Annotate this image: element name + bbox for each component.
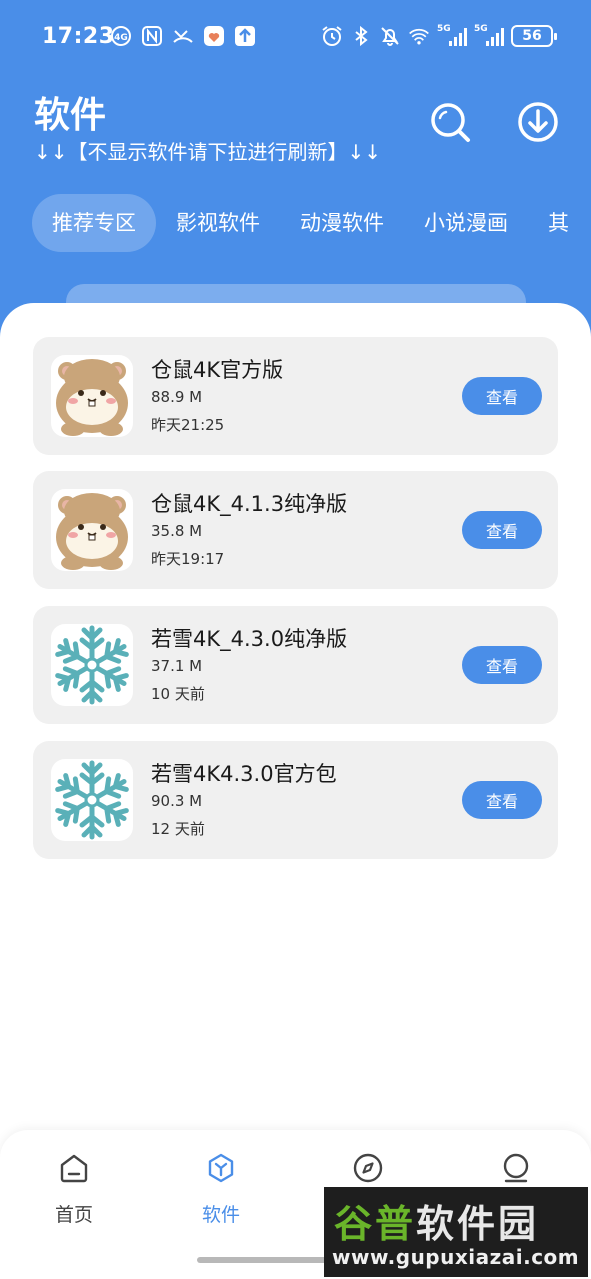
- app-size: 35.8 M: [151, 522, 203, 540]
- tab-video-apps[interactable]: 影视软件: [166, 194, 270, 252]
- app-name: 仓鼠4K官方版: [151, 358, 284, 382]
- app-size: 37.1 M: [151, 657, 203, 675]
- app-name: 若雪4K4.3.0官方包: [151, 762, 337, 786]
- app-size: 90.3 M: [151, 792, 203, 810]
- app-card[interactable]: 若雪4K4.3.0官方包 90.3 M 12 天前 查看: [33, 741, 558, 859]
- tab-recommended[interactable]: 推荐专区: [32, 194, 156, 252]
- download-button[interactable]: [516, 100, 560, 144]
- home-icon: [60, 1154, 88, 1183]
- app-notify-icon: [203, 25, 225, 47]
- signal-1-icon: 5G: [437, 25, 467, 47]
- download-icon: [518, 102, 558, 142]
- hamster-icon: [51, 489, 133, 571]
- bluetooth-icon: [350, 25, 372, 47]
- snowflake-icon: [51, 759, 133, 841]
- app-updated-time: 12 天前: [151, 820, 205, 838]
- app-card[interactable]: 若雪4K_4.3.0纯净版 37.1 M 10 天前 查看: [33, 606, 558, 724]
- tab-anime-apps[interactable]: 动漫软件: [290, 194, 394, 252]
- site-watermark: 谷普软件园 www.gupuxiazai.com: [324, 1187, 588, 1277]
- app-card[interactable]: 仓鼠4K官方版 88.9 M 昨天21:25 查看: [33, 337, 558, 455]
- upload-notify-icon: [234, 25, 256, 47]
- nav-home[interactable]: 首页: [24, 1152, 124, 1227]
- missed-call-icon: [172, 25, 194, 47]
- view-button[interactable]: 查看: [462, 781, 542, 819]
- alarm-icon: [321, 25, 343, 47]
- compass-icon: [353, 1153, 383, 1183]
- app-updated-time: 10 天前: [151, 685, 205, 703]
- app-name: 若雪4K_4.3.0纯净版: [151, 627, 348, 651]
- hd-icon: 4G: [110, 25, 132, 47]
- hamster-icon: [51, 355, 133, 437]
- app-updated-time: 昨天19:17: [151, 550, 225, 568]
- mute-bell-icon: [379, 25, 401, 47]
- snowflake-icon: [51, 624, 133, 706]
- category-tabs: 推荐专区 影视软件 动漫软件 小说漫画 其: [32, 194, 579, 252]
- nav-software-label: 软件: [201, 1204, 240, 1226]
- nav-software[interactable]: 软件: [171, 1152, 271, 1227]
- nfc-icon: [141, 25, 163, 47]
- search-button[interactable]: [428, 100, 472, 144]
- status-time: 17:23: [42, 24, 115, 49]
- watermark-brand: 谷普软件园: [334, 1202, 540, 1246]
- view-button[interactable]: 查看: [462, 511, 542, 549]
- app-updated-time: 昨天21:25: [151, 416, 225, 434]
- app-size: 88.9 M: [151, 388, 203, 406]
- watermark-url: www.gupuxiazai.com: [332, 1245, 580, 1269]
- battery-indicator: 56: [511, 25, 557, 47]
- software-icon: [208, 1153, 234, 1183]
- tab-novel-comics[interactable]: 小说漫画: [414, 194, 518, 252]
- view-button[interactable]: 查看: [462, 377, 542, 415]
- search-icon: [431, 103, 470, 142]
- svg-text:4G: 4G: [114, 33, 128, 43]
- profile-icon: [503, 1153, 529, 1183]
- view-button[interactable]: 查看: [462, 646, 542, 684]
- nav-home-label: 首页: [54, 1204, 93, 1226]
- wifi-icon: [408, 25, 430, 47]
- tab-other[interactable]: 其: [538, 194, 579, 252]
- tab-bar-viewport: 推荐专区 影视软件 动漫软件 小说漫画 其: [0, 194, 591, 252]
- refresh-hint: ↓↓【不显示软件请下拉进行刷新】↓↓: [34, 140, 382, 164]
- signal-2-icon: 5G: [474, 25, 504, 47]
- page-title: 软件: [34, 95, 107, 136]
- app-name: 仓鼠4K_4.1.3纯净版: [151, 492, 348, 516]
- status-bar: 17:23 4G 5G 5G 56: [0, 0, 591, 76]
- app-card[interactable]: 仓鼠4K_4.1.3纯净版 35.8 M 昨天19:17 查看: [33, 471, 558, 589]
